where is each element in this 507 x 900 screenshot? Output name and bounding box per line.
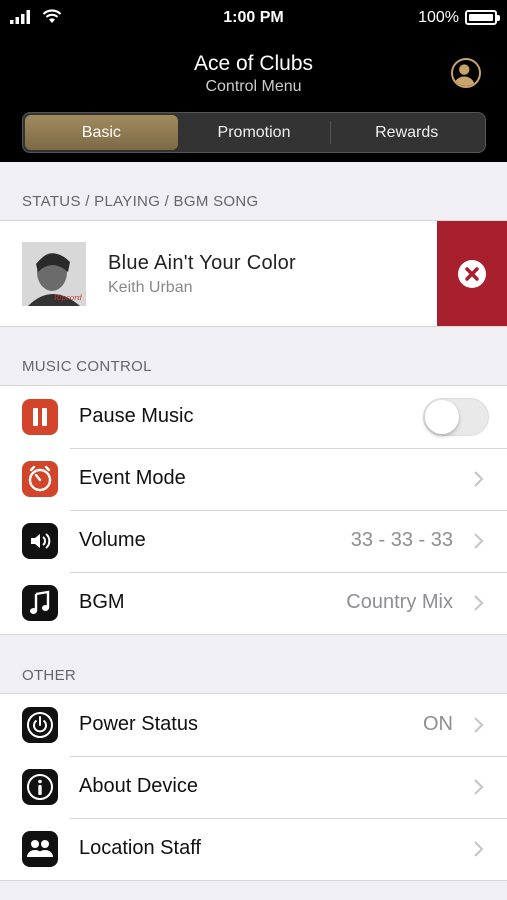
- section-label-other: OTHER: [22, 667, 76, 684]
- section-label-status: STATUS / PLAYING / BGM SONG: [22, 193, 259, 210]
- user-icon: [453, 64, 475, 86]
- svg-text:Ripcord: Ripcord: [53, 294, 82, 302]
- power-status-row[interactable]: Power Status ON: [0, 694, 507, 756]
- album-art: Ripcord: [22, 242, 86, 306]
- chevron-right-icon: [474, 533, 484, 549]
- stop-song-button[interactable]: [437, 221, 507, 326]
- bgm-value: Country Mix: [346, 591, 453, 613]
- close-circle-icon: [458, 259, 486, 288]
- power-icon: [22, 707, 58, 743]
- chevron-right-icon: [474, 471, 484, 487]
- tab-rewards[interactable]: Rewards: [330, 115, 483, 150]
- location-staff-label: Location Staff: [79, 837, 201, 859]
- about-device-row[interactable]: About Device: [0, 756, 507, 818]
- app-header: 1:00 PM 100% Ace of Clubs Control Menu B…: [0, 0, 507, 162]
- power-status-value: ON: [423, 713, 453, 735]
- about-device-label: About Device: [79, 775, 198, 797]
- album-art-image: Ripcord: [22, 242, 86, 306]
- battery-icon: [465, 10, 500, 25]
- page-subtitle: Control Menu: [205, 78, 302, 95]
- timer-icon: [22, 461, 58, 497]
- tab-bar: Basic Promotion Rewards: [22, 112, 486, 153]
- event-mode-row[interactable]: Event Mode: [0, 448, 507, 510]
- pause-music-row[interactable]: Pause Music: [0, 386, 507, 448]
- pause-music-toggle[interactable]: [423, 398, 489, 436]
- chevron-right-icon: [474, 595, 484, 611]
- bgm-row[interactable]: BGM Country Mix: [0, 572, 507, 634]
- chevron-right-icon: [474, 779, 484, 795]
- status-bar: 1:00 PM 100%: [0, 0, 507, 36]
- location-staff-row[interactable]: Location Staff: [0, 818, 507, 880]
- tab-basic[interactable]: Basic: [25, 115, 178, 150]
- bgm-label: BGM: [79, 591, 125, 613]
- chevron-right-icon: [474, 717, 484, 733]
- profile-avatar-button[interactable]: [451, 58, 481, 88]
- song-title: Blue Ain't Your Color: [108, 252, 297, 274]
- volume-value: 33 - 33 - 33: [350, 529, 453, 551]
- now-playing-card: Ripcord Blue Ain't Your Color Keith Urba…: [0, 220, 507, 327]
- other-group: Power Status ON About Device Location St…: [0, 693, 507, 881]
- people-icon: [22, 831, 58, 867]
- page-title: Ace of Clubs: [193, 52, 314, 75]
- pause-music-label: Pause Music: [79, 405, 194, 427]
- battery-percentage: 100%: [418, 9, 459, 26]
- chevron-right-icon: [474, 841, 484, 857]
- section-label-music-control: MUSIC CONTROL: [22, 358, 152, 375]
- volume-icon: [22, 523, 58, 559]
- info-icon: [22, 769, 58, 805]
- tab-promotion[interactable]: Promotion: [178, 115, 331, 150]
- music-note-icon: [22, 585, 58, 621]
- music-control-group: Pause Music Event Mode Volume 33 - 33 - …: [0, 385, 507, 635]
- pause-icon: [22, 399, 58, 435]
- power-status-label: Power Status: [79, 713, 198, 735]
- volume-label: Volume: [79, 529, 146, 551]
- volume-row[interactable]: Volume 33 - 33 - 33: [0, 510, 507, 572]
- event-mode-label: Event Mode: [79, 467, 186, 489]
- song-artist: Keith Urban: [108, 279, 193, 296]
